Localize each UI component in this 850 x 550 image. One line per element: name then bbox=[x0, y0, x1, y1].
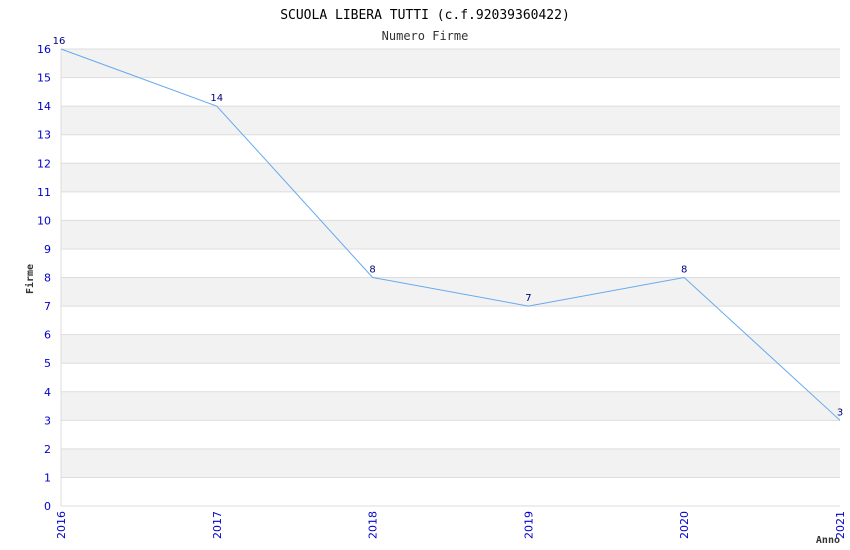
x-tick-label: 2016 bbox=[55, 511, 68, 539]
y-tick-label: 1 bbox=[44, 471, 51, 484]
x-axis-label: Anno bbox=[816, 535, 840, 546]
y-tick-label: 3 bbox=[44, 414, 51, 427]
x-tick-label: 2019 bbox=[522, 511, 535, 539]
chart-title: SCUOLA LIBERA TUTTI (c.f.92039360422) bbox=[280, 8, 570, 23]
y-tick-label: 16 bbox=[37, 43, 51, 56]
y-tick-label: 10 bbox=[37, 214, 51, 227]
plot-band bbox=[61, 363, 840, 392]
y-axis: 012345678910111213141516 bbox=[37, 43, 51, 513]
plot-band bbox=[61, 420, 840, 449]
y-tick-label: 8 bbox=[44, 272, 51, 285]
y-tick-label: 4 bbox=[44, 386, 51, 399]
chart-subtitle: Numero Firme bbox=[382, 29, 469, 43]
data-label: 3 bbox=[837, 407, 843, 418]
x-tick-label: 2017 bbox=[211, 511, 224, 539]
plot-band bbox=[61, 477, 840, 506]
y-tick-label: 14 bbox=[37, 100, 51, 113]
plot-band bbox=[61, 306, 840, 335]
data-label: 8 bbox=[681, 265, 687, 276]
y-tick-label: 13 bbox=[37, 129, 51, 142]
y-tick-label: 15 bbox=[37, 72, 51, 85]
x-axis: 2016 2017 2018 2019 2020 2021 bbox=[55, 511, 847, 539]
y-tick-label: 5 bbox=[44, 357, 51, 370]
y-axis-label: Firme bbox=[24, 264, 36, 294]
y-tick-label: 7 bbox=[44, 300, 51, 313]
line-chart: SCUOLA LIBERA TUTTI (c.f.92039360422) Nu… bbox=[24, 8, 847, 546]
y-tick-label: 6 bbox=[44, 329, 51, 342]
data-label: 8 bbox=[369, 265, 375, 276]
plot-band bbox=[61, 106, 840, 135]
data-label: 14 bbox=[210, 93, 223, 104]
plot-band bbox=[61, 391, 840, 421]
plot-band bbox=[61, 163, 840, 192]
plot-band bbox=[61, 220, 840, 249]
plot-band bbox=[61, 191, 840, 221]
y-tick-label: 9 bbox=[44, 243, 51, 256]
x-tick-label: 2020 bbox=[678, 511, 691, 539]
x-tick-label: 2018 bbox=[367, 511, 380, 539]
y-tick-label: 11 bbox=[37, 186, 51, 199]
data-label: 7 bbox=[525, 293, 531, 304]
y-tick-label: 12 bbox=[37, 157, 51, 170]
plot-band bbox=[61, 448, 840, 478]
plot-band bbox=[61, 334, 840, 364]
plot-band bbox=[61, 49, 840, 78]
data-label: 16 bbox=[53, 36, 66, 47]
plot-band bbox=[61, 134, 840, 164]
y-tick-label: 2 bbox=[44, 443, 51, 456]
y-tick-label: 0 bbox=[44, 500, 51, 513]
plot-band bbox=[61, 248, 840, 278]
